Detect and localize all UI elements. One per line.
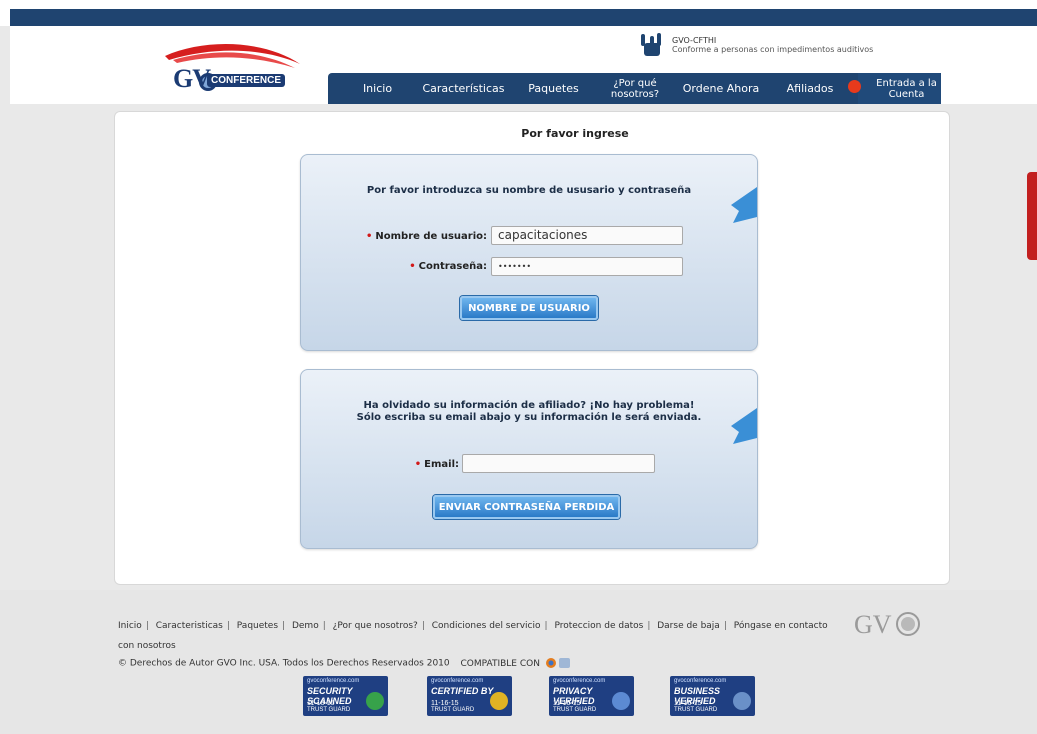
- badge-site: gvoconference.com: [674, 678, 727, 684]
- footer-link-por-que[interactable]: ¿Por que nosotros?: [333, 621, 418, 631]
- email-field[interactable]: [462, 454, 655, 473]
- badge-date: 11-16-15: [307, 700, 335, 707]
- badge-title: CERTIFIED BY: [431, 686, 494, 696]
- badge-tag: TRUST GUARD: [431, 707, 475, 713]
- side-feedback-tab[interactable]: [1027, 172, 1037, 260]
- email-label-text: Email:: [424, 459, 459, 470]
- certified-badge[interactable]: gvoconference.com CERTIFIED BY 11-16-15 …: [427, 676, 512, 716]
- copyright-line: © Derechos de Autor GVO Inc. USA. Todos …: [118, 657, 572, 669]
- password-field[interactable]: •••••••: [491, 257, 683, 276]
- accessibility-title: GVO-CFTHI: [672, 36, 717, 45]
- badge-date: 11-16-15: [553, 700, 581, 707]
- login-submit-button[interactable]: NOMBRE DE USUARIO: [460, 296, 598, 320]
- logo-text: GV: [173, 64, 211, 93]
- footer-link-darse-de-baja[interactable]: Darse de baja: [657, 621, 720, 631]
- svg-text:GV: GV: [854, 610, 892, 639]
- separator: |: [145, 621, 149, 631]
- magnifier-icon: [612, 692, 630, 710]
- separator: |: [226, 621, 230, 631]
- site-footer: Inicio | Caracteristicas | Paquetes | Demo |…: [0, 590, 1037, 734]
- nav-item-caracteristicas[interactable]: Características: [416, 73, 511, 104]
- arrow-down-left-icon: [731, 187, 757, 223]
- globe-icon: [733, 692, 751, 710]
- arrow-down-left-icon: [731, 408, 757, 444]
- site-header: GV CONFERENCE GVO-CFTHI Conforme a perso…: [10, 26, 1037, 104]
- hearing-impaired-icon: [641, 33, 661, 56]
- browser-icons: [545, 658, 570, 668]
- nav-item-entrada[interactable]: Entrada a la Cuenta: [858, 73, 941, 104]
- shield-icon: [366, 692, 384, 710]
- separator: |: [723, 621, 727, 631]
- recover-panel: Ha olvidado su información de afiliado? …: [300, 369, 758, 549]
- badge-site: gvoconference.com: [307, 678, 360, 684]
- separator: |: [322, 621, 326, 631]
- top-bar: [0, 0, 1037, 26]
- page-title: Por favor ingrese: [521, 127, 629, 140]
- badge-tag: TRUST GUARD: [553, 707, 597, 713]
- badge-site: gvoconference.com: [431, 678, 484, 684]
- email-label: • Email:: [414, 459, 459, 470]
- separator: |: [544, 621, 548, 631]
- footer-link-inicio[interactable]: Inicio: [118, 621, 142, 631]
- footer-link-caracteristicas[interactable]: Caracteristicas: [156, 621, 223, 631]
- recover-heading-line2: Sólo escriba su email abajo y su informa…: [356, 412, 702, 423]
- badge-tag: TRUST GUARD: [674, 707, 718, 713]
- badge-site: gvoconference.com: [553, 678, 606, 684]
- username-field[interactable]: capacitaciones: [491, 226, 683, 245]
- separator: |: [282, 621, 286, 631]
- logo-subtext: CONFERENCE: [207, 74, 286, 87]
- business-verified-badge[interactable]: gvoconference.com BUSINESS VERIFIED 11-1…: [670, 676, 755, 716]
- nav-item-afiliados[interactable]: Afiliados: [774, 73, 846, 104]
- footer-link-demo[interactable]: Demo: [292, 621, 319, 631]
- copyright-text: © Derechos de Autor GVO Inc. USA. Todos …: [118, 658, 450, 669]
- nav-item-ordene-ahora[interactable]: Ordene Ahora: [676, 73, 766, 104]
- accessibility-text: Conforme a personas con impedimentos aud…: [672, 45, 874, 54]
- medal-icon: [490, 692, 508, 710]
- send-password-button[interactable]: ENVIAR CONTRASEÑA PERDIDA: [433, 495, 620, 519]
- gvo-conference-logo[interactable]: GV CONFERENCE: [155, 36, 305, 98]
- login-alert-icon: [848, 80, 861, 93]
- badge-date: 11-16-15: [674, 700, 702, 707]
- footer-link-proteccion[interactable]: Proteccion de datos: [554, 621, 643, 631]
- badge-tag: TRUST GUARD: [307, 707, 351, 713]
- nav-item-paquetes[interactable]: Paquetes: [516, 73, 591, 104]
- gvo-footer-logo: GV: [854, 610, 920, 639]
- recover-heading-line1: Ha olvidado su información de afiliado? …: [363, 400, 695, 411]
- nav-item-por-que[interactable]: ¿Por qué nosotros?: [604, 73, 666, 104]
- footer-link-paquetes[interactable]: Paquetes: [237, 621, 278, 631]
- login-panel: Por favor introduzca su nombre de ususar…: [300, 154, 758, 351]
- username-label: • Nombre de usuario:: [365, 231, 487, 242]
- badge-date: 11-16-15: [431, 700, 459, 707]
- top-band: [10, 9, 1037, 26]
- password-label: • Contraseña:: [409, 261, 487, 272]
- login-panel-heading: Por favor introduzca su nombre de ususar…: [366, 185, 692, 196]
- footer-links: Inicio | Caracteristicas | Paquetes | Demo |…: [118, 616, 833, 656]
- main-content: Por favor ingrese Por favor introduzca s…: [114, 111, 950, 585]
- footer-link-condiciones[interactable]: Condiciones del servicio: [432, 621, 541, 631]
- separator: |: [421, 621, 425, 631]
- username-label-text: Nombre de usuario:: [375, 231, 487, 242]
- password-label-text: Contraseña:: [418, 261, 487, 272]
- nav-item-inicio[interactable]: Inicio: [350, 73, 405, 104]
- separator: |: [647, 621, 651, 631]
- privacy-verified-badge[interactable]: gvoconference.com PRIVACY VERIFIED 11-16…: [549, 676, 634, 716]
- compatible-text: COMPATIBLE CON: [460, 658, 540, 669]
- security-scanned-badge[interactable]: gvoconference.com SECURITY SCANNED 11-16…: [303, 676, 388, 716]
